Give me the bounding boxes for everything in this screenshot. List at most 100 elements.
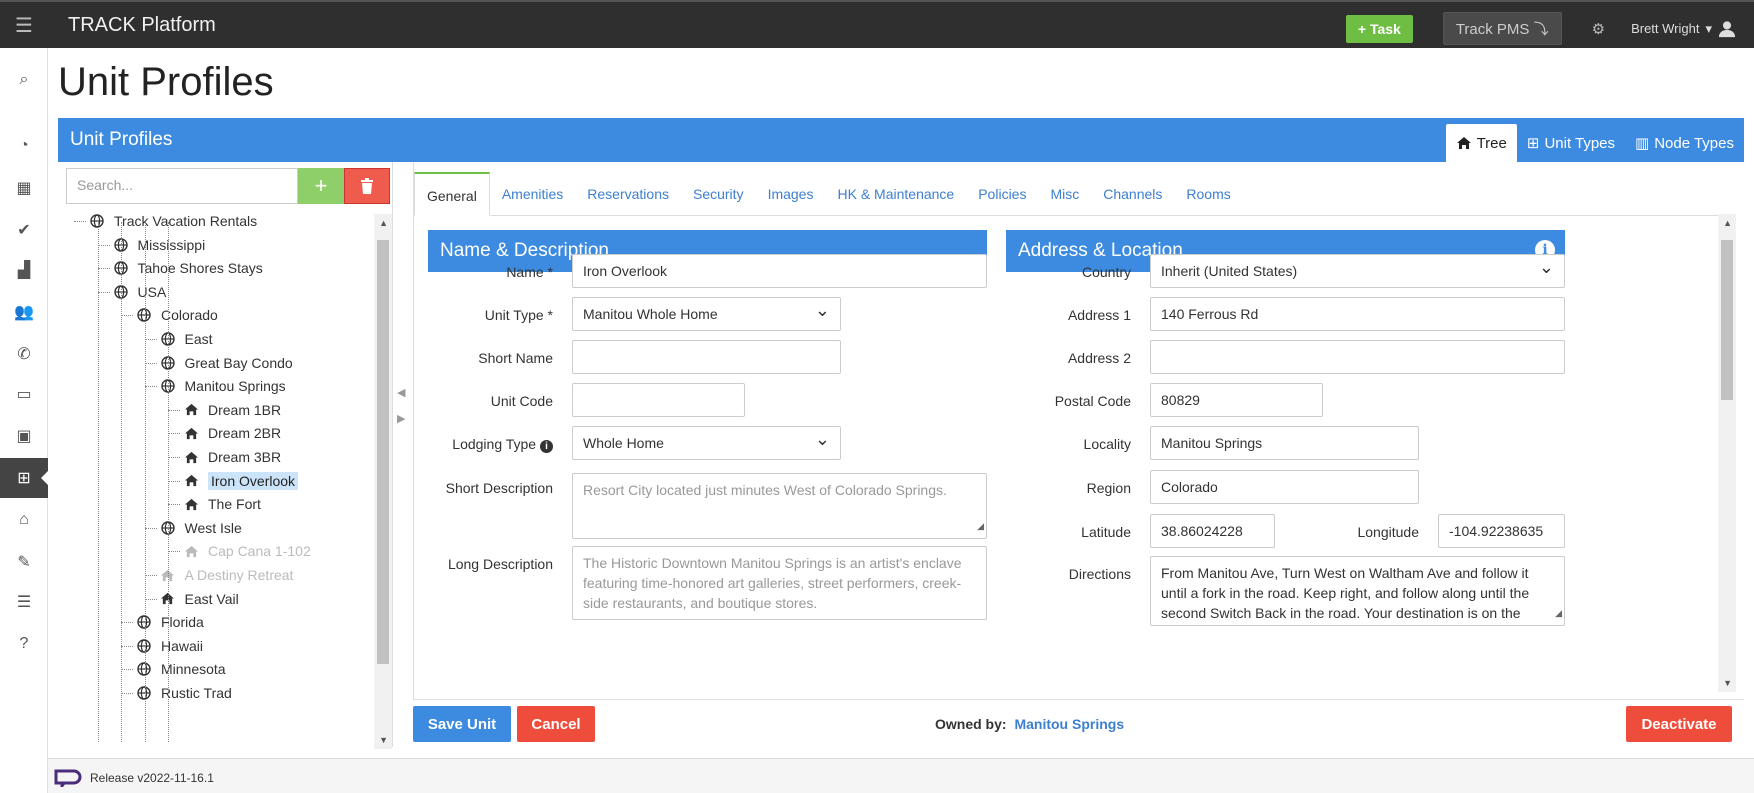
form-scrollbar[interactable]: ▲ ▼ [1718, 214, 1736, 692]
scroll-down-icon[interactable]: ▼ [1723, 678, 1732, 688]
name-field[interactable]: Iron Overlook [572, 254, 987, 288]
tab-hk-maintenance[interactable]: HK & Maintenance [825, 172, 966, 215]
longitude-field[interactable]: -104.92238635 [1438, 514, 1565, 548]
address1-field[interactable]: 140 Ferrous Rd [1150, 297, 1565, 331]
directions-textarea[interactable]: From Manitou Ave, Turn West on Waltham A… [1150, 556, 1565, 626]
tab-amenities[interactable]: Amenities [490, 172, 575, 215]
resize-handle-icon[interactable]: ◢ [977, 516, 984, 536]
tree-search-input[interactable]: Search... [66, 168, 298, 204]
view-tab-tree[interactable]: Tree [1445, 124, 1517, 162]
country-select[interactable]: Inherit (United States) [1150, 254, 1565, 288]
save-unit-button[interactable]: Save Unit [413, 706, 511, 742]
unit-code-field[interactable] [572, 383, 745, 417]
tree-item[interactable]: The Fort [182, 493, 261, 515]
grid-icon[interactable]: ⊞ [0, 458, 49, 498]
briefcase-icon[interactable]: ▣ [0, 416, 48, 456]
cancel-button[interactable]: Cancel [517, 706, 595, 742]
home-icon[interactable]: ⌂ [0, 500, 48, 540]
unit-type-select[interactable]: Manitou Whole Home [572, 297, 841, 331]
tab-channels[interactable]: Channels [1091, 172, 1174, 215]
wrench-icon[interactable]: ✎ [0, 542, 48, 582]
plus-icon: + [314, 173, 328, 198]
tab-general[interactable]: General [414, 172, 490, 216]
postal-code-field[interactable]: 80829 [1150, 383, 1323, 417]
tree-item[interactable]: Manitou Springs [159, 375, 286, 397]
check-circle-icon[interactable]: ✔ [0, 210, 48, 250]
gear-icon[interactable]: ⚙ [1592, 20, 1605, 38]
delete-node-button[interactable] [344, 168, 390, 204]
info-icon[interactable]: i [540, 440, 553, 453]
tree-scrollbar[interactable]: ▲ ▼ [374, 214, 392, 749]
panel-header: Unit Profiles Tree ⊞ Unit Types ▥ Node T… [58, 118, 1744, 162]
tree-item[interactable]: East [159, 328, 213, 350]
pane-splitter[interactable]: ◀ ▶ [393, 162, 413, 747]
short-name-field[interactable] [572, 340, 841, 374]
tree-connector [121, 693, 133, 694]
tab-misc[interactable]: Misc [1038, 172, 1091, 215]
tree-item[interactable]: Mississippi [112, 234, 205, 256]
tree-connector [168, 480, 180, 482]
search-icon[interactable]: ⌕ [0, 60, 48, 100]
menu-icon[interactable]: ☰ [0, 2, 48, 48]
owned-by: Owned by: Manitou Springs [935, 716, 1125, 732]
tree-item[interactable]: Track Vacation Rentals [88, 212, 257, 232]
dashboard-icon[interactable]: ◔ [0, 126, 48, 166]
add-node-button[interactable]: + [298, 168, 344, 204]
tree-item[interactable]: Colorado [135, 304, 218, 326]
scroll-up-icon[interactable]: ▲ [379, 218, 388, 228]
tree-item[interactable]: USA [112, 281, 166, 303]
money-icon[interactable]: ▭ [0, 374, 48, 414]
tree-item[interactable]: East Vail [159, 588, 239, 610]
tree-guide-line [144, 222, 146, 742]
tree-scroll-thumb[interactable] [377, 240, 389, 664]
app-brand[interactable]: TRACK Platform [68, 14, 216, 37]
top-bar: ☰ TRACK Platform + Task Track PMS ⤵ ⚙ Br… [0, 0, 1754, 48]
tab-images[interactable]: Images [756, 172, 826, 215]
form-scroll-thumb[interactable] [1721, 240, 1733, 400]
track-pms-button[interactable]: Track PMS ⤵ [1442, 12, 1562, 45]
user-menu[interactable]: Brett Wright ▾ [1631, 20, 1736, 38]
tab-policies[interactable]: Policies [966, 172, 1038, 215]
tree-item[interactable]: Minnesota [135, 658, 226, 680]
phone-icon[interactable]: ✆ [0, 334, 48, 374]
tree-item-label: Track Vacation Rentals [114, 213, 258, 229]
tree-connector [121, 315, 133, 317]
chart-icon[interactable]: ▟ [0, 250, 48, 290]
region-field[interactable]: Colorado [1150, 470, 1419, 504]
expand-right-icon[interactable]: ▶ [397, 412, 405, 425]
owner-link[interactable]: Manitou Springs [1014, 716, 1124, 732]
tab-security[interactable]: Security [681, 172, 756, 215]
tree-item[interactable]: Rustic Trad [135, 682, 232, 704]
tree-item[interactable]: Tahoe Shores Stays [112, 257, 263, 279]
address2-field[interactable] [1150, 340, 1565, 374]
tree-connector [168, 409, 180, 411]
short-description-textarea[interactable]: Resort City located just minutes West of… [572, 473, 987, 539]
tree-item-selected[interactable]: Iron Overlook [182, 470, 299, 492]
name-label: Name * [506, 264, 553, 280]
resize-handle-icon[interactable]: ◢ [1555, 603, 1562, 623]
view-tab-unit-types[interactable]: ⊞ Unit Types [1517, 124, 1625, 162]
report-icon[interactable]: ☰ [0, 582, 48, 622]
tab-reservations[interactable]: Reservations [575, 172, 681, 215]
tab-rooms[interactable]: Rooms [1174, 172, 1242, 215]
locality-field[interactable]: Manitou Springs [1150, 426, 1419, 460]
users-icon[interactable]: 👥 [0, 292, 48, 332]
tree-item[interactable]: Dream 1BR [182, 399, 281, 421]
long-description-textarea[interactable]: The Historic Downtown Manitou Springs is… [572, 546, 987, 620]
add-task-button[interactable]: + Task [1345, 14, 1413, 43]
tree-item[interactable]: A Destiny Retreat [159, 564, 293, 586]
tree-item[interactable]: Dream 2BR [182, 422, 281, 444]
deactivate-button[interactable]: Deactivate [1626, 706, 1732, 742]
tree-item[interactable]: Cap Cana 1-102 [182, 540, 311, 562]
tree-item[interactable]: West Isle [159, 517, 242, 539]
scroll-down-icon[interactable]: ▼ [379, 735, 388, 745]
calendar-icon[interactable]: ▦ [0, 168, 48, 208]
scroll-up-icon[interactable]: ▲ [1723, 218, 1732, 228]
view-tab-node-types[interactable]: ▥ Node Types [1625, 124, 1744, 162]
collapse-left-icon[interactable]: ◀ [397, 386, 405, 399]
tree-item[interactable]: Great Bay Condo [159, 352, 293, 374]
tree-item[interactable]: Dream 3BR [182, 446, 281, 468]
help-icon[interactable]: ? [0, 624, 48, 664]
latitude-field[interactable]: 38.86024228 [1150, 514, 1275, 548]
lodging-type-select[interactable]: Whole Home [572, 426, 841, 460]
